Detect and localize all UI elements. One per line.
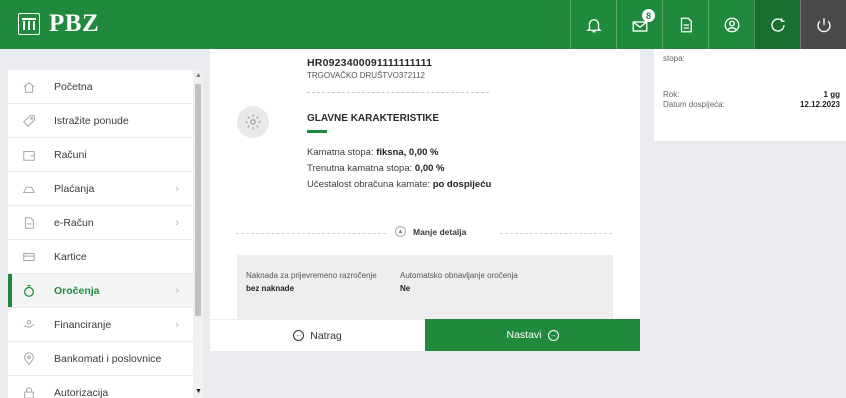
refresh-button[interactable] xyxy=(754,0,800,49)
next-button[interactable]: Nastavi → xyxy=(425,319,640,351)
financing-icon xyxy=(22,318,36,332)
deposit-details-card: HR0923400091111111111 TRGOVAČKO DRUŠTVO3… xyxy=(210,49,640,319)
sidebar-item-financiranje[interactable]: Financiranje › xyxy=(8,308,203,342)
arrow-left-icon: ← xyxy=(293,330,305,341)
arrow-right-icon: → xyxy=(547,329,559,341)
sidebar-item-e-racun[interactable]: e-Račun › xyxy=(8,206,203,240)
bell-icon xyxy=(585,18,602,32)
section-title: GLAVNE KARAKTERISTIKE xyxy=(307,113,440,124)
notifications-button[interactable] xyxy=(570,0,616,49)
payments-icon xyxy=(22,182,36,196)
messages-badge: 8 xyxy=(642,9,655,22)
bank-logo-icon xyxy=(18,13,40,35)
back-button[interactable]: ← Natrag xyxy=(210,319,425,351)
document-icon xyxy=(680,17,692,32)
divider xyxy=(307,92,489,93)
sidebar-item-autorizacija[interactable]: Autorizacija xyxy=(8,376,203,398)
chevron-right-icon: › xyxy=(175,318,179,331)
less-details-toggle[interactable]: ▲ Manje detalja xyxy=(395,226,466,237)
power-icon xyxy=(816,17,831,32)
logout-button[interactable] xyxy=(800,0,846,49)
interest-rate-value: fiksna, 0,00 % xyxy=(376,147,439,158)
sidebar-item-label: Početna xyxy=(54,80,93,93)
details-box: Naknada za prijevremeno razročenje bez n… xyxy=(237,255,613,319)
home-icon xyxy=(22,80,36,94)
top-bar: PBZ 8 xyxy=(0,0,846,49)
sidebar-item-kartice[interactable]: Kartice xyxy=(8,240,203,274)
sidebar-item-label: Oročenja xyxy=(54,284,100,297)
lock-icon xyxy=(22,386,36,398)
sidebar-item-bankomati[interactable]: Bankomati i poslovnice xyxy=(8,342,203,376)
documents-button[interactable] xyxy=(662,0,708,49)
current-rate-row: Trenutna kamatna stopa: 0,00 % xyxy=(307,163,444,174)
settings-gear-icon xyxy=(237,106,269,138)
sidebar: Početna Istražite ponude Računi Plaćanja… xyxy=(8,70,203,398)
sidebar-item-label: Računi xyxy=(54,148,87,161)
interest-frequency-row: Učestalost obračuna kamate: po dospijeću xyxy=(307,179,491,190)
chevron-right-icon: › xyxy=(175,182,179,195)
summary-term-row: Rok: 1 gg xyxy=(663,90,840,99)
sidebar-item-pocetna[interactable]: Početna xyxy=(8,70,203,104)
deposit-icon xyxy=(22,284,36,298)
interest-frequency-value: po dospijeću xyxy=(432,179,492,190)
early-termination-fee: Naknada za prijevremeno razročenje bez n… xyxy=(246,271,377,293)
chevron-right-icon: › xyxy=(175,284,179,297)
early-termination-fee-label: Naknada za prijevremeno razročenje xyxy=(246,271,377,280)
back-button-label: Natrag xyxy=(310,329,342,342)
scroll-down-arrow-icon[interactable]: ▼ xyxy=(195,388,202,395)
summary-rate-label: stopa: xyxy=(663,54,685,63)
interest-frequency-label: Učestalost obračuna kamate: xyxy=(307,179,431,190)
sidebar-item-label: Istražite ponude xyxy=(54,114,129,127)
refresh-icon xyxy=(770,17,785,32)
brand[interactable]: PBZ xyxy=(18,10,99,38)
section-underline xyxy=(307,130,327,133)
auto-renewal: Automatsko obnavljanje oročenja Ne xyxy=(400,271,518,293)
tag-icon xyxy=(22,114,36,128)
summary-term-value: 1 gg xyxy=(823,90,840,99)
profile-button[interactable] xyxy=(708,0,754,49)
sidebar-item-label: Financiranje xyxy=(54,318,112,331)
next-button-label: Nastavi xyxy=(506,329,542,341)
sidebar-item-placanja[interactable]: Plaćanja › xyxy=(8,172,203,206)
scroll-up-arrow-icon[interactable]: ▲ xyxy=(195,72,202,79)
profile-icon xyxy=(724,17,739,32)
top-bar-actions: 8 xyxy=(570,0,846,49)
sidebar-item-racuni[interactable]: Računi xyxy=(8,138,203,172)
sidebar-item-label: e-Račun xyxy=(54,216,94,229)
interest-rate-label: Kamatna stopa: xyxy=(307,147,374,158)
e-invoice-icon xyxy=(22,216,36,230)
less-details-label: Manje detalja xyxy=(413,226,467,237)
sidebar-item-orocenja[interactable]: Oročenja › xyxy=(8,274,203,308)
current-rate-value: 0,00 % xyxy=(414,163,445,174)
divider xyxy=(500,233,612,234)
location-icon xyxy=(22,351,36,366)
card-icon xyxy=(22,250,36,264)
interest-rate-row: Kamatna stopa: fiksna, 0,00 % xyxy=(307,147,439,158)
summary-maturity-value: 12.12.2023 xyxy=(799,100,840,109)
summary-term-label: Rok: xyxy=(663,90,680,99)
auto-renewal-value: Ne xyxy=(400,284,411,293)
summary-panel: stopa: Rok: 1 gg Datum dospijeća: 12.12.… xyxy=(654,49,846,141)
sidebar-item-label: Plaćanja xyxy=(54,182,95,195)
sidebar-item-label: Bankomati i poslovnice xyxy=(54,352,162,365)
early-termination-fee-value: bez naknade xyxy=(246,284,295,293)
chevron-up-icon: ▲ xyxy=(395,226,406,237)
current-rate-label: Trenutna kamatna stopa: xyxy=(307,163,413,174)
summary-maturity-label: Datum dospijeća: xyxy=(663,100,725,109)
summary-maturity-row: Datum dospijeća: 12.12.2023 xyxy=(663,100,840,109)
chevron-right-icon: › xyxy=(175,216,179,229)
sidebar-scrollbar-thumb[interactable] xyxy=(195,84,201,316)
brand-name: PBZ xyxy=(49,10,100,37)
account-number: HR0923400091111111111 xyxy=(307,57,433,69)
sidebar-item-label: Kartice xyxy=(54,250,87,263)
auto-renewal-label: Automatsko obnavljanje oročenja xyxy=(400,271,518,280)
messages-button[interactable]: 8 xyxy=(616,0,662,49)
wallet-icon xyxy=(22,148,36,162)
divider xyxy=(236,233,386,234)
sidebar-item-label: Autorizacija xyxy=(54,386,109,398)
sidebar-item-istrazite-ponude[interactable]: Istražite ponude xyxy=(8,104,203,138)
account-name: TRGOVAČKO DRUŠTVO372112 xyxy=(307,71,425,80)
